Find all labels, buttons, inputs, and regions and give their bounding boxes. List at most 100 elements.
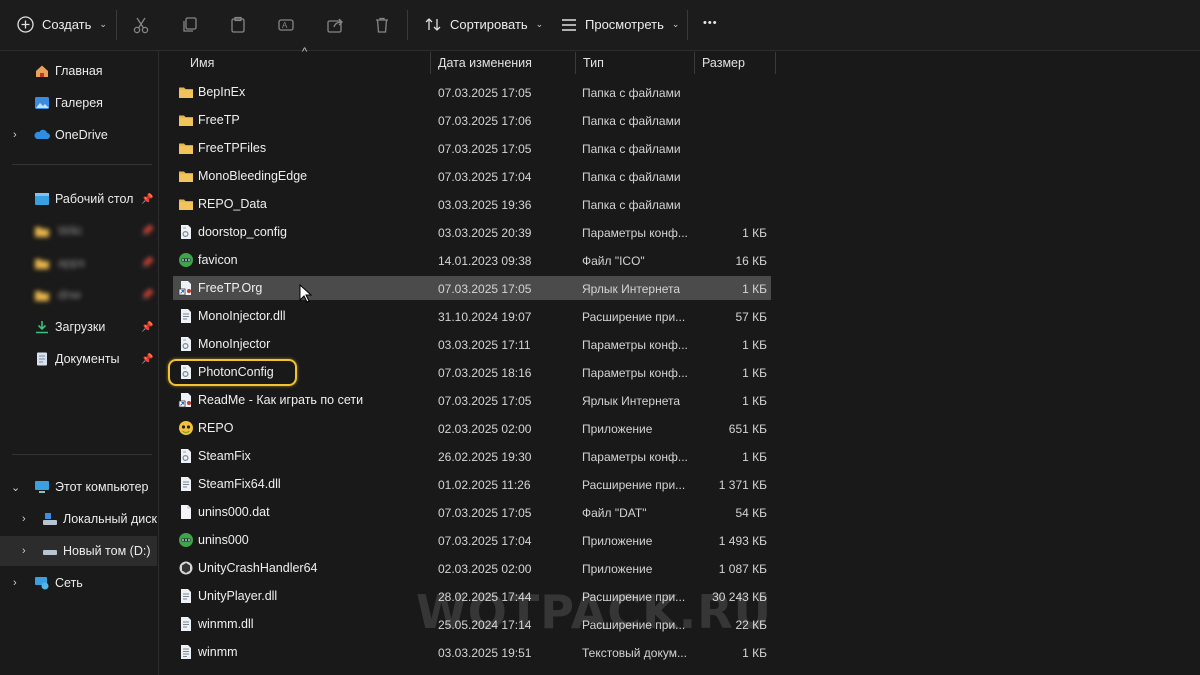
sidebar-item-gallery[interactable]: Галерея [0,88,157,118]
chevron-right-icon[interactable]: › [13,577,17,589]
folder-icon [178,112,194,128]
sidebar-item-local-disk[interactable]: › Локальный диск [0,504,157,534]
view-label: Просмотреть [585,17,664,32]
file-type: Текстовый докум... [582,646,687,660]
file-size: 1 КБ [742,226,767,240]
file-type: Параметры конф... [582,226,688,240]
file-name: REPO_Data [198,197,267,211]
file-name: FreeTPFiles [198,141,267,155]
sidebar-item-this-pc[interactable]: ⌄ Этот компьютер [0,472,157,502]
sidebar-item-home[interactable]: Главная [0,56,157,86]
sidebar-item-desktop[interactable]: Рабочий стол 📌 [0,184,157,214]
file-row[interactable]: winmm 03.03.2025 19:51 Текстовый докум... 1… [173,640,771,664]
file-name: unins000.dat [198,505,270,519]
file-date: 03.03.2025 19:36 [438,198,532,212]
file-row[interactable]: REPO 02.03.2025 02:00 Приложение 651 КБ [173,416,771,440]
sidebar-divider [12,454,152,455]
file-date: 07.03.2025 17:06 [438,114,532,128]
column-header-type[interactable]: Тип [576,52,695,74]
column-header-date[interactable]: Дата изменения [431,52,576,74]
sort-button[interactable]: Сортировать ⌄ [425,17,543,32]
sidebar-item-label: Этот компьютер [55,480,149,494]
file-row[interactable]: unins000 07.03.2025 17:04 Приложение 1 493 … [173,528,771,552]
dll-file-icon [178,476,194,492]
file-row[interactable]: MonoInjector.dll 31.10.2024 19:07 Расширен… [173,304,771,328]
file-type: Приложение [582,422,653,436]
sidebar-item-documents[interactable]: Документы 📌 [0,344,157,374]
file-date: 07.03.2025 17:05 [438,506,532,520]
pin-icon: 📌 [141,193,154,205]
file-name: winmm.dll [198,617,254,631]
sidebar-item-blurred[interactable]: dnw 📌 [0,280,157,310]
new-button[interactable]: Создать ⌄ [17,16,107,33]
column-label: Имя [190,56,215,70]
file-row[interactable]: FreeTP.Org 07.03.2025 17:05 Ярлык Интернет… [173,276,771,300]
mouse-cursor-icon [299,284,313,303]
file-row[interactable]: REPO_Data 03.03.2025 19:36 Папка с файлами [173,192,771,216]
file-row[interactable]: MonoBleedingEdge 07.03.2025 17:04 Папка с … [173,164,771,188]
desktop-icon [35,193,49,205]
sidebar-item-label: Wiki [58,224,82,238]
file-size: 1 КБ [742,338,767,352]
sidebar-item-label: Новый том (D:) [63,544,151,558]
sidebar-item-downloads[interactable]: Загрузки 📌 [0,312,157,342]
file-type: Ярлык Интернета [582,282,681,296]
sidebar-item-label: Загрузки [55,320,106,334]
copy-icon[interactable] [181,16,199,34]
watermark: WOTPACK.RU [416,585,772,639]
sidebar-item-network[interactable]: › Сеть [0,568,157,598]
file-row[interactable]: BepInEx 07.03.2025 17:05 Папка с файлами [173,80,771,104]
dll-file-icon [178,588,194,604]
file-name: REPO [198,421,234,435]
chevron-down-icon: ⌄ [535,19,544,29]
cut-icon[interactable] [132,16,150,34]
file-date: 07.03.2025 17:04 [438,534,532,548]
chevron-right-icon[interactable]: › [22,513,26,525]
pin-icon: 📌 [141,225,154,237]
sidebar-item-onedrive[interactable]: › OneDrive [0,120,157,150]
internet-shortcut-icon [178,280,194,296]
documents-icon [37,352,47,366]
sidebar-item-blurred[interactable]: Wiki 📌 [0,216,157,246]
file-name: unins000 [198,533,249,547]
file-type: Параметры конф... [582,450,688,464]
toolbar-divider [407,10,408,40]
network-icon [35,577,49,590]
home-icon [36,65,48,77]
file-row[interactable]: UnityCrashHandler64 02.03.2025 02:00 Прило… [173,556,771,580]
delete-icon[interactable] [373,16,391,34]
file-row[interactable]: SteamFix 26.02.2025 19:30 Параметры конф..… [173,444,771,468]
toolbar-divider [116,10,117,40]
column-header-size[interactable]: Размер [695,52,776,74]
rename-icon[interactable]: A [277,16,295,34]
sidebar-item-blurred[interactable]: apps 📌 [0,248,157,278]
column-header-name[interactable]: Имя [173,52,431,74]
drive-icon [43,513,57,525]
onedrive-cloud-icon [34,129,50,139]
file-row[interactable]: unins000.dat 07.03.2025 17:05 Файл "DAT" 54… [173,500,771,524]
file-row[interactable]: FreeTPFiles 07.03.2025 17:05 Папка с файла… [173,136,771,160]
view-button[interactable]: Просмотреть ⌄ [561,17,679,32]
file-type: Приложение [582,562,653,576]
new-label: Создать [42,17,92,32]
more-options-button[interactable]: ••• [703,17,718,29]
file-date: 07.03.2025 17:05 [438,394,532,408]
share-icon[interactable] [326,16,344,34]
file-size: 16 КБ [735,254,767,268]
file-row[interactable]: ReadMe - Как играть по сети 07.03.2025 17… [173,388,771,412]
chevron-down-icon[interactable]: ⌄ [11,481,20,494]
drive-icon [43,550,57,555]
file-row[interactable]: doorstop_config 03.03.2025 20:39 Параметры… [173,220,771,244]
file-date: 03.03.2025 19:51 [438,646,532,660]
sidebar-item-new-volume[interactable]: › Новый том (D:) [0,536,157,566]
chevron-right-icon[interactable]: › [13,129,17,141]
paste-icon[interactable] [229,16,247,34]
file-row[interactable]: favicon 14.01.2023 09:38 Файл "ICO" 16 КБ [173,248,771,272]
file-name: ReadMe - Как играть по сети [198,393,364,407]
file-row[interactable]: MonoInjector 03.03.2025 17:11 Параметры ко… [173,332,771,356]
chevron-right-icon[interactable]: › [22,545,26,557]
file-size: 57 КБ [735,310,767,324]
file-date: 07.03.2025 17:05 [438,86,532,100]
file-row[interactable]: FreeTP 07.03.2025 17:06 Папка с файлами [173,108,771,132]
file-row[interactable]: SteamFix64.dll 01.02.2025 11:26 Расширение… [173,472,771,496]
